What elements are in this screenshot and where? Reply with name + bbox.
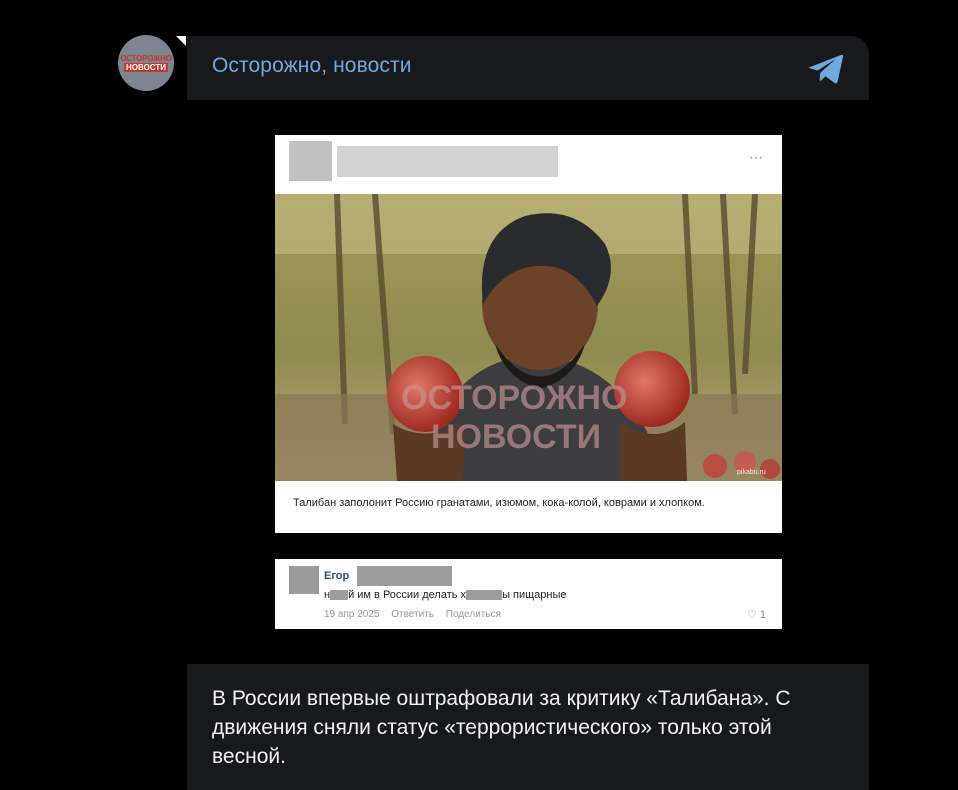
post-caption: Талибан заполонит Россию гранатами, изюм… (293, 497, 705, 509)
photo-credit: pikabu.ru (737, 469, 766, 476)
embedded-post-screenshot[interactable]: ⋯ ОСТОРОЖНО НОВОСТИ pikabu.ru Талибан за… (275, 135, 782, 533)
comment-author-surname-blurred (357, 566, 452, 586)
channel-header: Осторожно, новости (187, 36, 869, 100)
heart-icon: ♡ (746, 609, 757, 621)
message-text: В России впервые оштрафовали за критику … (212, 687, 791, 768)
comment-meta: 19 апр 2025 Ответить Поделиться (324, 609, 510, 620)
avatar-text-top: ОСТОРОЖНО (120, 54, 172, 63)
message-bubble: В России впервые оштрафовали за критику … (187, 664, 869, 790)
channel-name[interactable]: Осторожно, новости (212, 54, 412, 78)
comment-author: Егор (324, 570, 350, 582)
likes-count: 1 (759, 609, 766, 621)
censor-block (330, 590, 349, 601)
avatar-text-bottom: НОВОСТИ (123, 63, 168, 72)
censor-block (466, 590, 503, 601)
post-author-name-blurred (337, 146, 558, 177)
comment-text: нй им в России делать хы пищарные (324, 589, 567, 601)
photo-watermark-line2: НОВОСТИ (431, 418, 601, 456)
comment-text-part2: й им в России делать х (348, 589, 467, 601)
share-link: Поделиться (445, 609, 502, 620)
comment-text-part3: ы пищарные (502, 589, 567, 601)
comment-likes: ♡ 1 (747, 608, 766, 621)
embedded-comment-screenshot[interactable]: Егор нй им в России делать хы пищарные 1… (275, 559, 782, 629)
more-options-icon: ⋯ (749, 149, 764, 165)
reply-link: Ответить (391, 609, 434, 620)
comment-date: 19 апр 2025 (324, 609, 380, 620)
post-photo: ОСТОРОЖНО НОВОСТИ pikabu.ru (275, 194, 782, 481)
telegram-icon[interactable] (807, 53, 845, 85)
photo-watermark-line1: ОСТОРОЖНО (401, 379, 627, 417)
bubble-tail (176, 36, 186, 46)
post-author-avatar-blurred (289, 141, 332, 181)
channel-avatar[interactable]: ОСТОРОЖНО НОВОСТИ (118, 35, 174, 91)
commenter-avatar-blurred (289, 566, 319, 594)
